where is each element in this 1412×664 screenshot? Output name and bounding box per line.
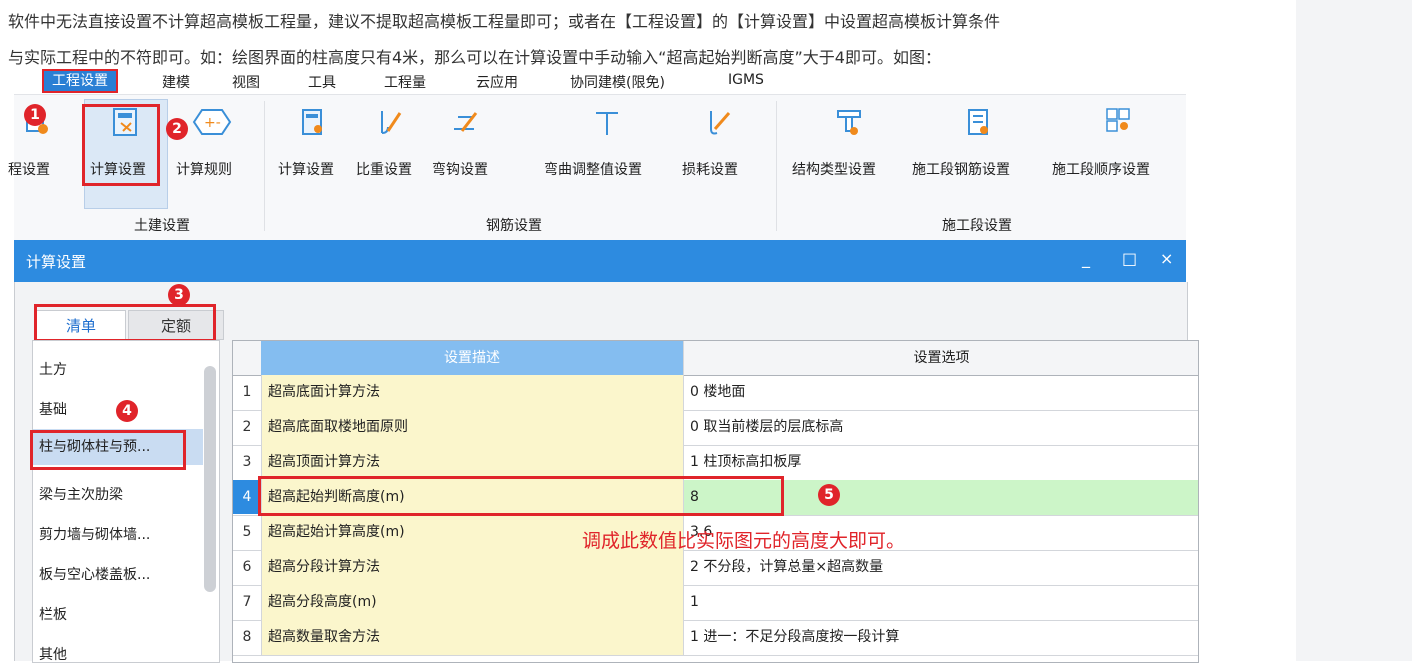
hook-settings-icon: [450, 107, 480, 137]
list-item[interactable]: 梁与主次肋梁: [39, 484, 123, 504]
group-label-gangjin: 钢筋设置: [486, 218, 542, 234]
header-description: 设置描述: [261, 341, 683, 376]
dialog-title: 计算设置: [26, 253, 87, 271]
row-description: 超高顶面计算方法: [261, 445, 683, 480]
row-option[interactable]: 2 不分段，计算总量×超高数量: [683, 550, 1198, 585]
list-item[interactable]: 栏板: [39, 604, 67, 624]
header-option: 设置选项: [683, 341, 1198, 376]
step-badge-3: 3: [168, 284, 190, 306]
list-scrollbar[interactable]: [204, 366, 216, 592]
menu-modeling[interactable]: 建模: [162, 72, 190, 92]
category-list: 土方 基础 柱与砌体柱与预... 梁与主次肋梁 剪力墙与砌体墙... 板与空心楼…: [32, 340, 220, 663]
highlight-tabs: [34, 304, 216, 342]
intro-line-2: 与实际工程中的不符即可。如：绘图界面的柱高度只有4米，那么可以在计算设置中手动输…: [8, 48, 941, 67]
row-option[interactable]: 1 柱顶标高扣板厚: [683, 445, 1198, 480]
group-separator: [776, 101, 777, 231]
menu-igms[interactable]: IGMS: [728, 72, 764, 88]
project-settings-label: 程设置: [8, 162, 50, 178]
svg-text:+-: +-: [204, 115, 221, 131]
table-row[interactable]: 6 超高分段计算方法 2 不分段，计算总量×超高数量: [233, 550, 1198, 586]
group-label-tujian: 土建设置: [134, 218, 190, 234]
group-label-shigong: 施工段设置: [942, 218, 1012, 234]
stage-order-label: 施工段顺序设置: [1052, 162, 1150, 178]
row-number: 4: [233, 480, 261, 514]
step-badge-5: 5: [818, 484, 840, 506]
ribbon: 程设置 计算设置 +- 计算规则 土建设置 计算设置 比重设置 弯钩设置 弯曲调…: [8, 94, 1186, 241]
stage-rebar-label: 施工段钢筋设置: [912, 162, 1010, 178]
menu-quantity[interactable]: 工程量: [384, 72, 426, 92]
weight-settings-button[interactable]: 比重设置: [354, 107, 424, 178]
menu-view[interactable]: 视图: [232, 72, 260, 92]
grid-corner: [233, 341, 261, 376]
row-option[interactable]: 1: [683, 585, 1198, 620]
dialog-titlebar: 计算设置 _ □ ×: [14, 240, 1186, 282]
row-option[interactable]: 0 楼地面: [683, 375, 1198, 410]
list-item[interactable]: 剪力墙与砌体墙...: [39, 524, 150, 544]
list-item[interactable]: 土方: [39, 359, 67, 379]
row-number: 2: [242, 419, 252, 435]
stage-order-icon: [1103, 107, 1133, 137]
weight-settings-icon: [374, 107, 404, 137]
step-badge-1: 1: [24, 104, 46, 126]
highlight-category: [30, 430, 186, 470]
calc-rules-label: 计算规则: [176, 162, 232, 178]
bend-adjust-label: 弯曲调整值设置: [544, 162, 642, 178]
list-item[interactable]: 其他: [39, 644, 67, 664]
row-description: 超高底面取楼地面原则: [261, 410, 683, 445]
table-row[interactable]: 7 超高分段高度(m) 1: [233, 585, 1198, 621]
list-item[interactable]: 板与空心楼盖板...: [39, 564, 150, 584]
close-icon[interactable]: ×: [1160, 249, 1173, 268]
menu-project-settings[interactable]: 工程设置: [42, 69, 118, 93]
maximize-icon[interactable]: □: [1122, 249, 1137, 268]
rebar-calc-icon: [298, 107, 328, 137]
row-number: 6: [242, 559, 252, 575]
table-row[interactable]: 2 超高底面取楼地面原则 0 取当前楼层的层底标高: [233, 410, 1198, 446]
structure-type-label: 结构类型设置: [792, 162, 876, 178]
row-number: 3: [242, 454, 252, 470]
row-option[interactable]: 0 取当前楼层的层底标高: [683, 410, 1198, 445]
rebar-calc-label: 计算设置: [278, 162, 334, 178]
calc-rules-icon: +-: [188, 107, 236, 137]
bend-adjust-icon: [592, 107, 622, 137]
table-row[interactable]: 8 超高数量取舍方法 1 进一：不足分段高度按一段计算: [233, 620, 1198, 656]
list-item[interactable]: 基础: [39, 399, 67, 419]
minimize-icon[interactable]: _: [1082, 249, 1090, 268]
rebar-calc-settings-button[interactable]: 计算设置: [278, 107, 348, 178]
row-description: 超高分段计算方法: [261, 550, 683, 585]
row-number: 5: [242, 524, 252, 540]
menu-bar: 工程设置 建模 视图 工具 工程量 云应用 协同建模(限免) IGMS: [14, 69, 1186, 94]
row-number: 7: [242, 594, 252, 610]
weight-settings-label: 比重设置: [356, 162, 412, 178]
row-option[interactable]: 1 进一：不足分段高度按一段计算: [683, 620, 1198, 655]
menu-tools[interactable]: 工具: [308, 72, 336, 92]
loss-settings-button[interactable]: 损耗设置: [680, 107, 756, 178]
loss-settings-label: 损耗设置: [682, 162, 738, 178]
row-number: 1: [242, 384, 252, 400]
step-badge-2: 2: [166, 118, 188, 140]
stage-rebar-icon: [963, 107, 993, 137]
menu-cloud[interactable]: 云应用: [476, 72, 518, 92]
annotation-text: 调成此数值比实际图元的高度大即可。: [582, 530, 906, 552]
highlight-calc-settings: [82, 104, 160, 186]
structure-type-icon: [834, 107, 864, 137]
menu-collab[interactable]: 协同建模(限免): [570, 72, 665, 92]
step-badge-4: 4: [116, 400, 138, 422]
loss-settings-icon: [703, 107, 733, 137]
row-number: 8: [242, 629, 252, 645]
table-row[interactable]: 1 超高底面计算方法 0 楼地面: [233, 375, 1198, 411]
group-separator: [264, 101, 265, 231]
row-description: 超高数量取舍方法: [261, 620, 683, 655]
hook-settings-label: 弯钩设置: [432, 162, 488, 178]
bend-adjust-settings-button[interactable]: 弯曲调整值设置: [542, 107, 672, 178]
stage-order-settings-button[interactable]: 施工段顺序设置: [1052, 107, 1184, 178]
intro-line-1: 软件中无法直接设置不计算超高模板工程量，建议不提取超高模板工程量即可；或者在【工…: [8, 12, 1001, 31]
highlight-row-4: [258, 476, 784, 516]
stage-rebar-settings-button[interactable]: 施工段钢筋设置: [912, 107, 1044, 178]
row-description: 超高分段高度(m): [261, 585, 683, 620]
structure-type-settings-button[interactable]: 结构类型设置: [790, 107, 908, 178]
right-gutter: [1296, 0, 1412, 661]
hook-settings-button[interactable]: 弯钩设置: [430, 107, 500, 178]
row-description: 超高底面计算方法: [261, 375, 683, 410]
